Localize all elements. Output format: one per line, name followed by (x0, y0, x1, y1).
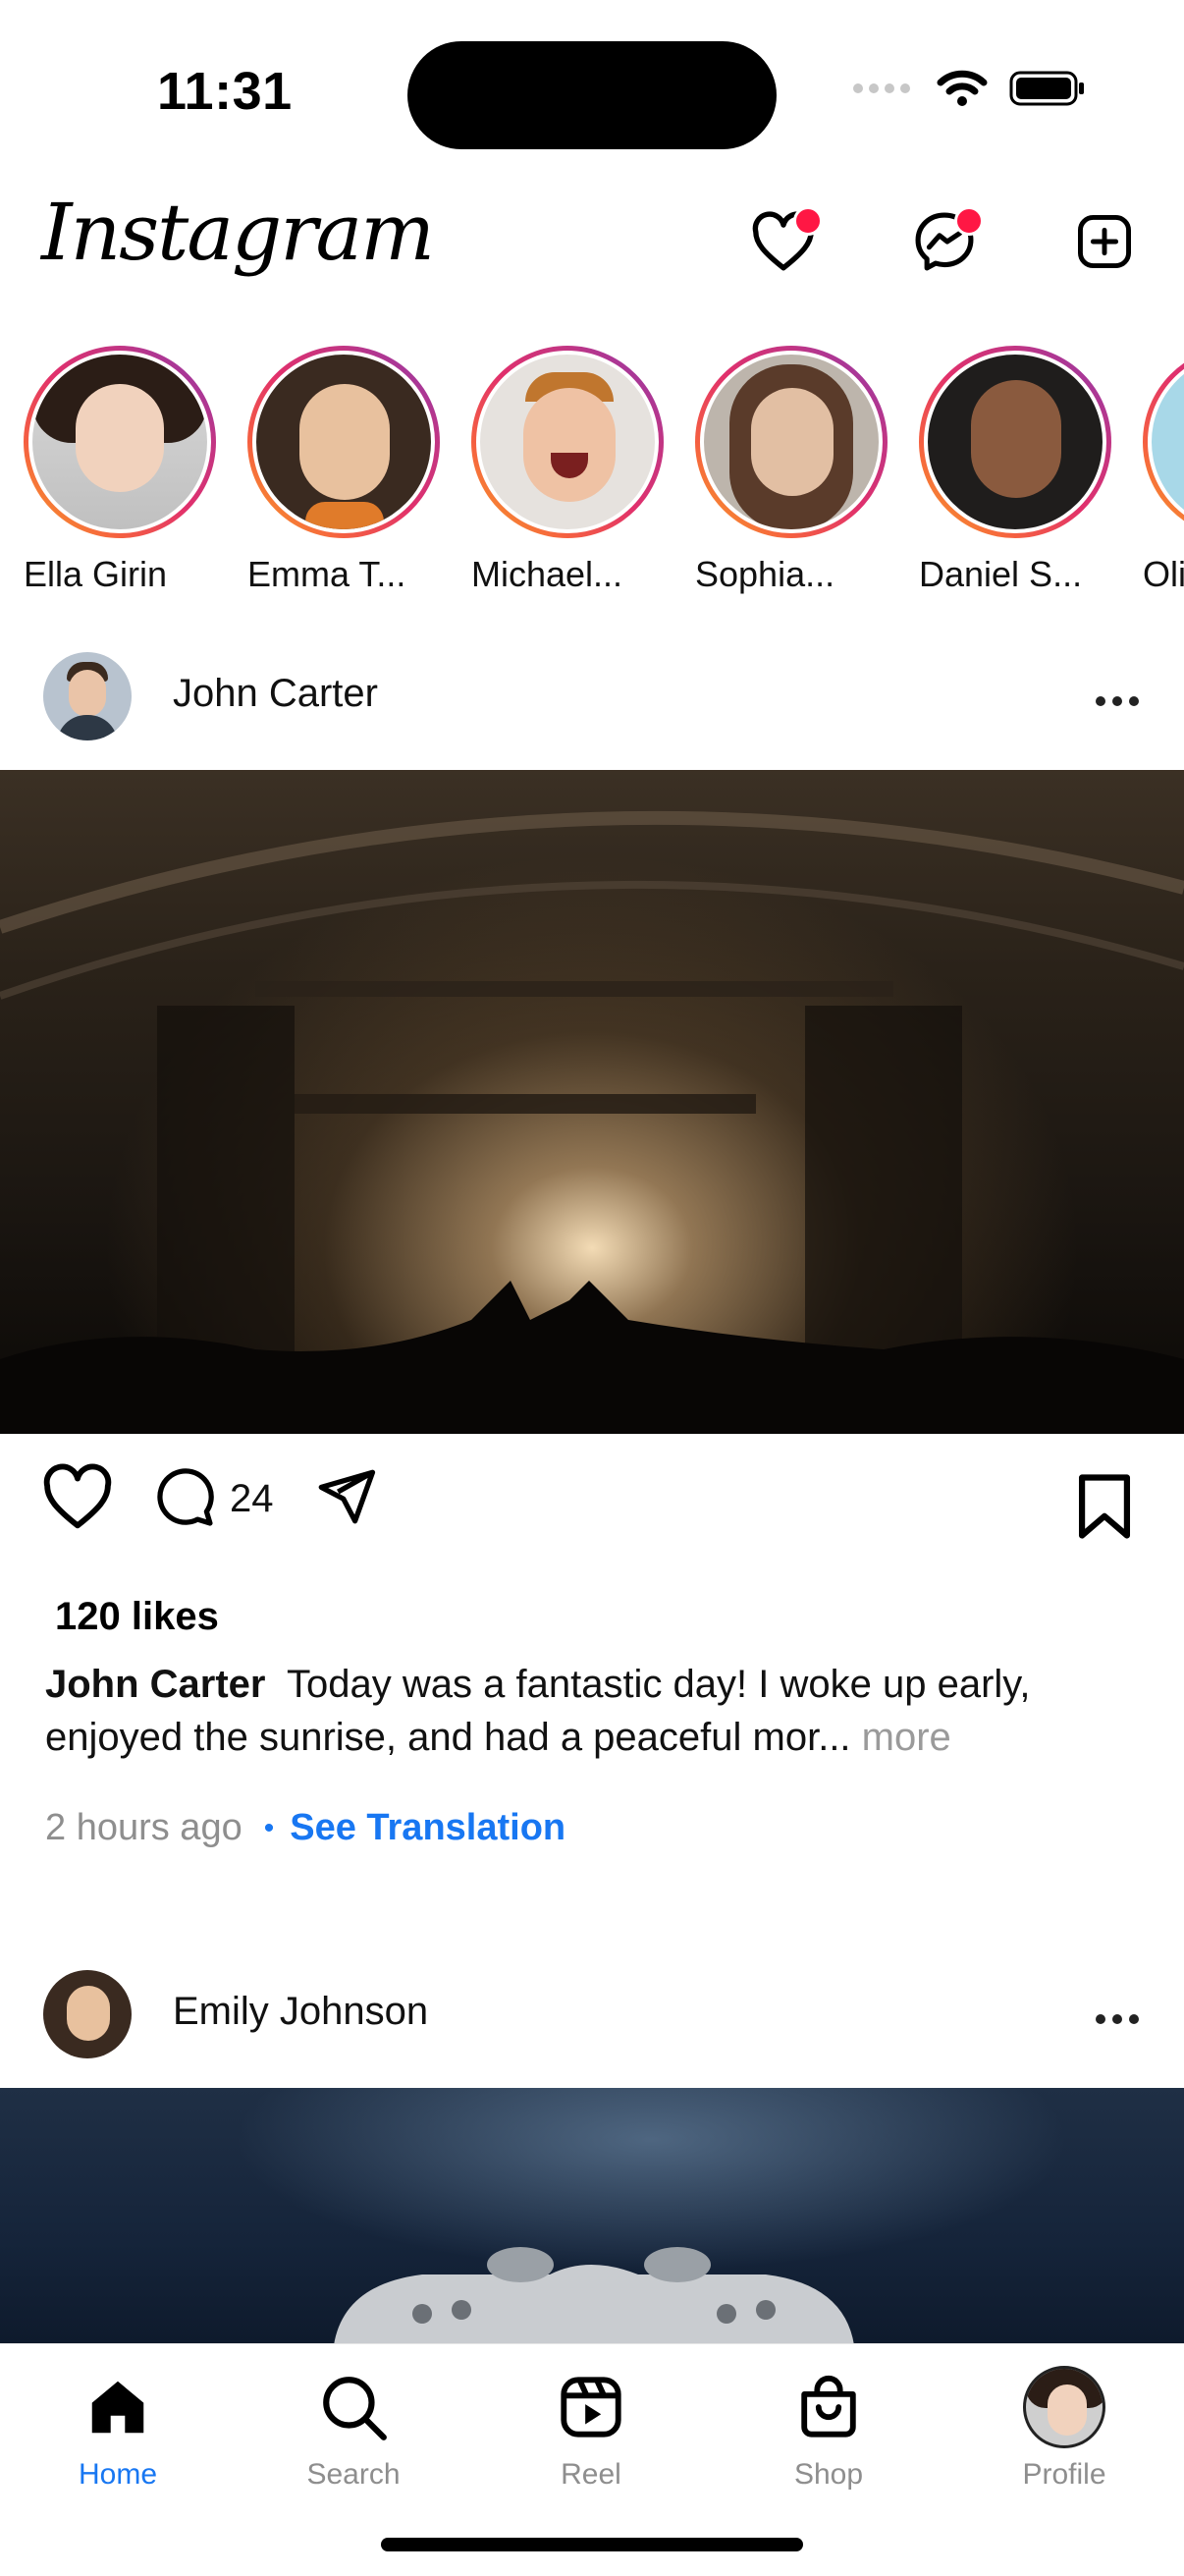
tab-label: Profile (1022, 2458, 1106, 2491)
likes-count[interactable]: 120 likes (55, 1595, 219, 1639)
send-icon (313, 1464, 378, 1534)
notifications-button[interactable] (744, 204, 823, 283)
story-item[interactable]: Ella Girin (24, 346, 224, 595)
tab-profile[interactable]: Profile (966, 2362, 1162, 2492)
wifi-icon (937, 69, 988, 113)
post-time: 2 hours ago (45, 1807, 242, 1848)
story-name: Sophia... (695, 554, 835, 594)
story-avatar (928, 355, 1103, 529)
save-button[interactable] (1072, 1471, 1137, 1547)
tab-shop[interactable]: Shop (730, 2362, 927, 2492)
more-link[interactable]: more (862, 1716, 951, 1759)
post-username[interactable]: Emily Johnson (173, 1990, 428, 2034)
story-name: Michael... (471, 554, 623, 594)
post-meta: 2 hours ago • See Translation (45, 1807, 565, 1849)
status-time: 11:31 (157, 62, 293, 121)
story-item[interactable]: Daniel S... (919, 346, 1119, 595)
notification-dot (954, 206, 984, 236)
meta-separator: • (263, 1811, 275, 1844)
shop-bag-icon (730, 2362, 927, 2452)
story-avatar (704, 355, 879, 529)
tab-reel[interactable]: Reel (493, 2362, 689, 2492)
story-name: Daniel S... (919, 554, 1083, 594)
story-avatar (256, 355, 431, 529)
post-options-button[interactable] (1094, 1984, 1141, 2038)
comment-icon (151, 1464, 216, 1534)
story-item[interactable]: Michael... (471, 346, 672, 595)
story-name: Ella Girin (24, 554, 168, 594)
stories-row[interactable]: Ella Girin Emma T... Michael... Sophia..… (0, 334, 1184, 609)
story-item[interactable]: Oli (1143, 346, 1184, 595)
home-icon (20, 2362, 216, 2452)
story-avatar (480, 355, 655, 529)
profile-avatar (1023, 2366, 1105, 2448)
messages-button[interactable] (905, 204, 984, 283)
tab-label: Home (78, 2458, 158, 2491)
story-item[interactable]: Sophia... (695, 346, 895, 595)
bookmark-icon (1072, 1474, 1137, 1546)
battery-icon (1009, 69, 1086, 113)
dynamic-island (407, 41, 777, 149)
instagram-logo: Instagram (41, 187, 435, 278)
comment-count: 24 (230, 1477, 274, 1520)
tab-label: Reel (561, 2458, 621, 2491)
add-post-icon (1074, 211, 1135, 277)
create-post-button[interactable] (1065, 204, 1144, 283)
post-username[interactable]: John Carter (173, 672, 378, 716)
story-item[interactable]: Emma T... (247, 346, 448, 595)
more-icon (1094, 667, 1141, 719)
caption-username[interactable]: John Carter (45, 1663, 266, 1706)
notification-dot (793, 206, 823, 236)
tab-label: Shop (793, 2458, 864, 2491)
post-image[interactable] (0, 770, 1184, 1434)
more-icon (1094, 1985, 1141, 2037)
tab-search[interactable]: Search (255, 2362, 452, 2492)
post-caption: John Carter Today was a fantastic day! I… (45, 1658, 1145, 1764)
post-avatar[interactable] (43, 1970, 132, 2058)
story-name: Emma T... (247, 554, 406, 594)
tab-label: Search (306, 2458, 401, 2491)
story-avatar (32, 355, 207, 529)
story-name: Oli (1143, 554, 1184, 594)
share-button[interactable] (313, 1464, 378, 1534)
post-image[interactable] (0, 2088, 1184, 2345)
post-actions: 24 (41, 1463, 378, 1535)
see-translation-link[interactable]: See Translation (290, 1807, 565, 1849)
reel-icon (493, 2362, 689, 2452)
status-icons (852, 69, 1086, 113)
post-options-button[interactable] (1094, 666, 1141, 720)
cellular-icon (852, 79, 915, 103)
tab-home[interactable]: Home (20, 2362, 216, 2492)
post-avatar[interactable] (43, 652, 132, 740)
search-icon (255, 2362, 452, 2452)
comment-button[interactable]: 24 (151, 1464, 274, 1534)
story-avatar (1152, 355, 1184, 529)
home-indicator (381, 2538, 803, 2551)
heart-icon (41, 1463, 114, 1535)
like-button[interactable] (41, 1463, 114, 1535)
